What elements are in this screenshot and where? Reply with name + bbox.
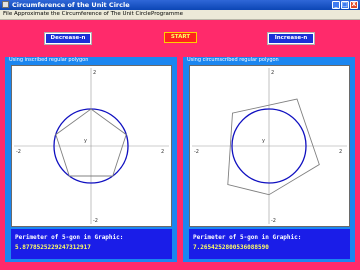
window-title: Circumference of the Unit Circle	[12, 1, 130, 9]
menu-bar: File Approximate the Circumference of Th…	[0, 10, 360, 20]
x-min-label: -2	[16, 149, 21, 155]
circumscribed-graph: -2 2 y 2 -2	[192, 68, 347, 224]
app-icon	[2, 1, 9, 8]
circumscribed-info-box: Perimeter of 5-gon in Graphic: 7.2654252…	[189, 229, 350, 259]
close-button[interactable]: X	[350, 1, 358, 9]
circumscribed-perimeter-label: Perimeter of 5-gon in Graphic:	[193, 234, 302, 241]
menu-approximate[interactable]: Approximate the Circumference of The Uni…	[14, 10, 151, 19]
toolbar: Decrease-n START Increase-n	[0, 20, 360, 52]
circumscribed-perimeter-value: 7.2654252800536088590	[193, 244, 269, 251]
y-min-label: -2	[93, 218, 98, 224]
inscribed-panel: Using inscribed regular polygon -2 2 y 2…	[5, 57, 177, 262]
x-min-label: -2	[194, 149, 199, 155]
x-max-label: 2	[339, 149, 342, 155]
increase-n-button[interactable]: Increase-n	[268, 33, 314, 44]
title-bar: Circumference of the Unit Circle _ □ X	[0, 0, 360, 10]
y-min-label: -2	[271, 218, 276, 224]
inscribed-perimeter-label: Perimeter of 5-gon in Graphic:	[15, 234, 124, 241]
main-area: Using inscribed regular polygon -2 2 y 2…	[0, 52, 360, 270]
y-max-label: 2	[271, 70, 274, 76]
inscribed-graph: -2 2 y 2 -2	[14, 68, 169, 224]
circumscribed-plot: -2 2 y 2 -2	[189, 65, 350, 227]
start-button[interactable]: START	[164, 32, 197, 43]
minimize-button[interactable]: _	[332, 1, 340, 9]
decrease-n-button[interactable]: Decrease-n	[45, 33, 91, 44]
menu-programme[interactable]: Programme	[151, 10, 183, 19]
x-max-label: 2	[161, 149, 164, 155]
menu-file[interactable]: File	[3, 10, 12, 19]
circumscribed-panel-title: Using circumscribed regular polygon	[187, 57, 279, 63]
inscribed-perimeter-value: 5.8778525229247312917	[15, 244, 91, 251]
y-axis-label: y	[262, 138, 265, 144]
inscribed-info-box: Perimeter of 5-gon in Graphic: 5.8778525…	[11, 229, 172, 259]
inscribed-plot: -2 2 y 2 -2	[11, 65, 172, 227]
circumscribed-panel: Using circumscribed regular polygon -2 2…	[183, 57, 355, 262]
inscribed-panel-title: Using inscribed regular polygon	[9, 57, 89, 63]
y-axis-label: y	[84, 138, 87, 144]
y-max-label: 2	[93, 70, 96, 76]
maximize-button[interactable]: □	[341, 1, 349, 9]
